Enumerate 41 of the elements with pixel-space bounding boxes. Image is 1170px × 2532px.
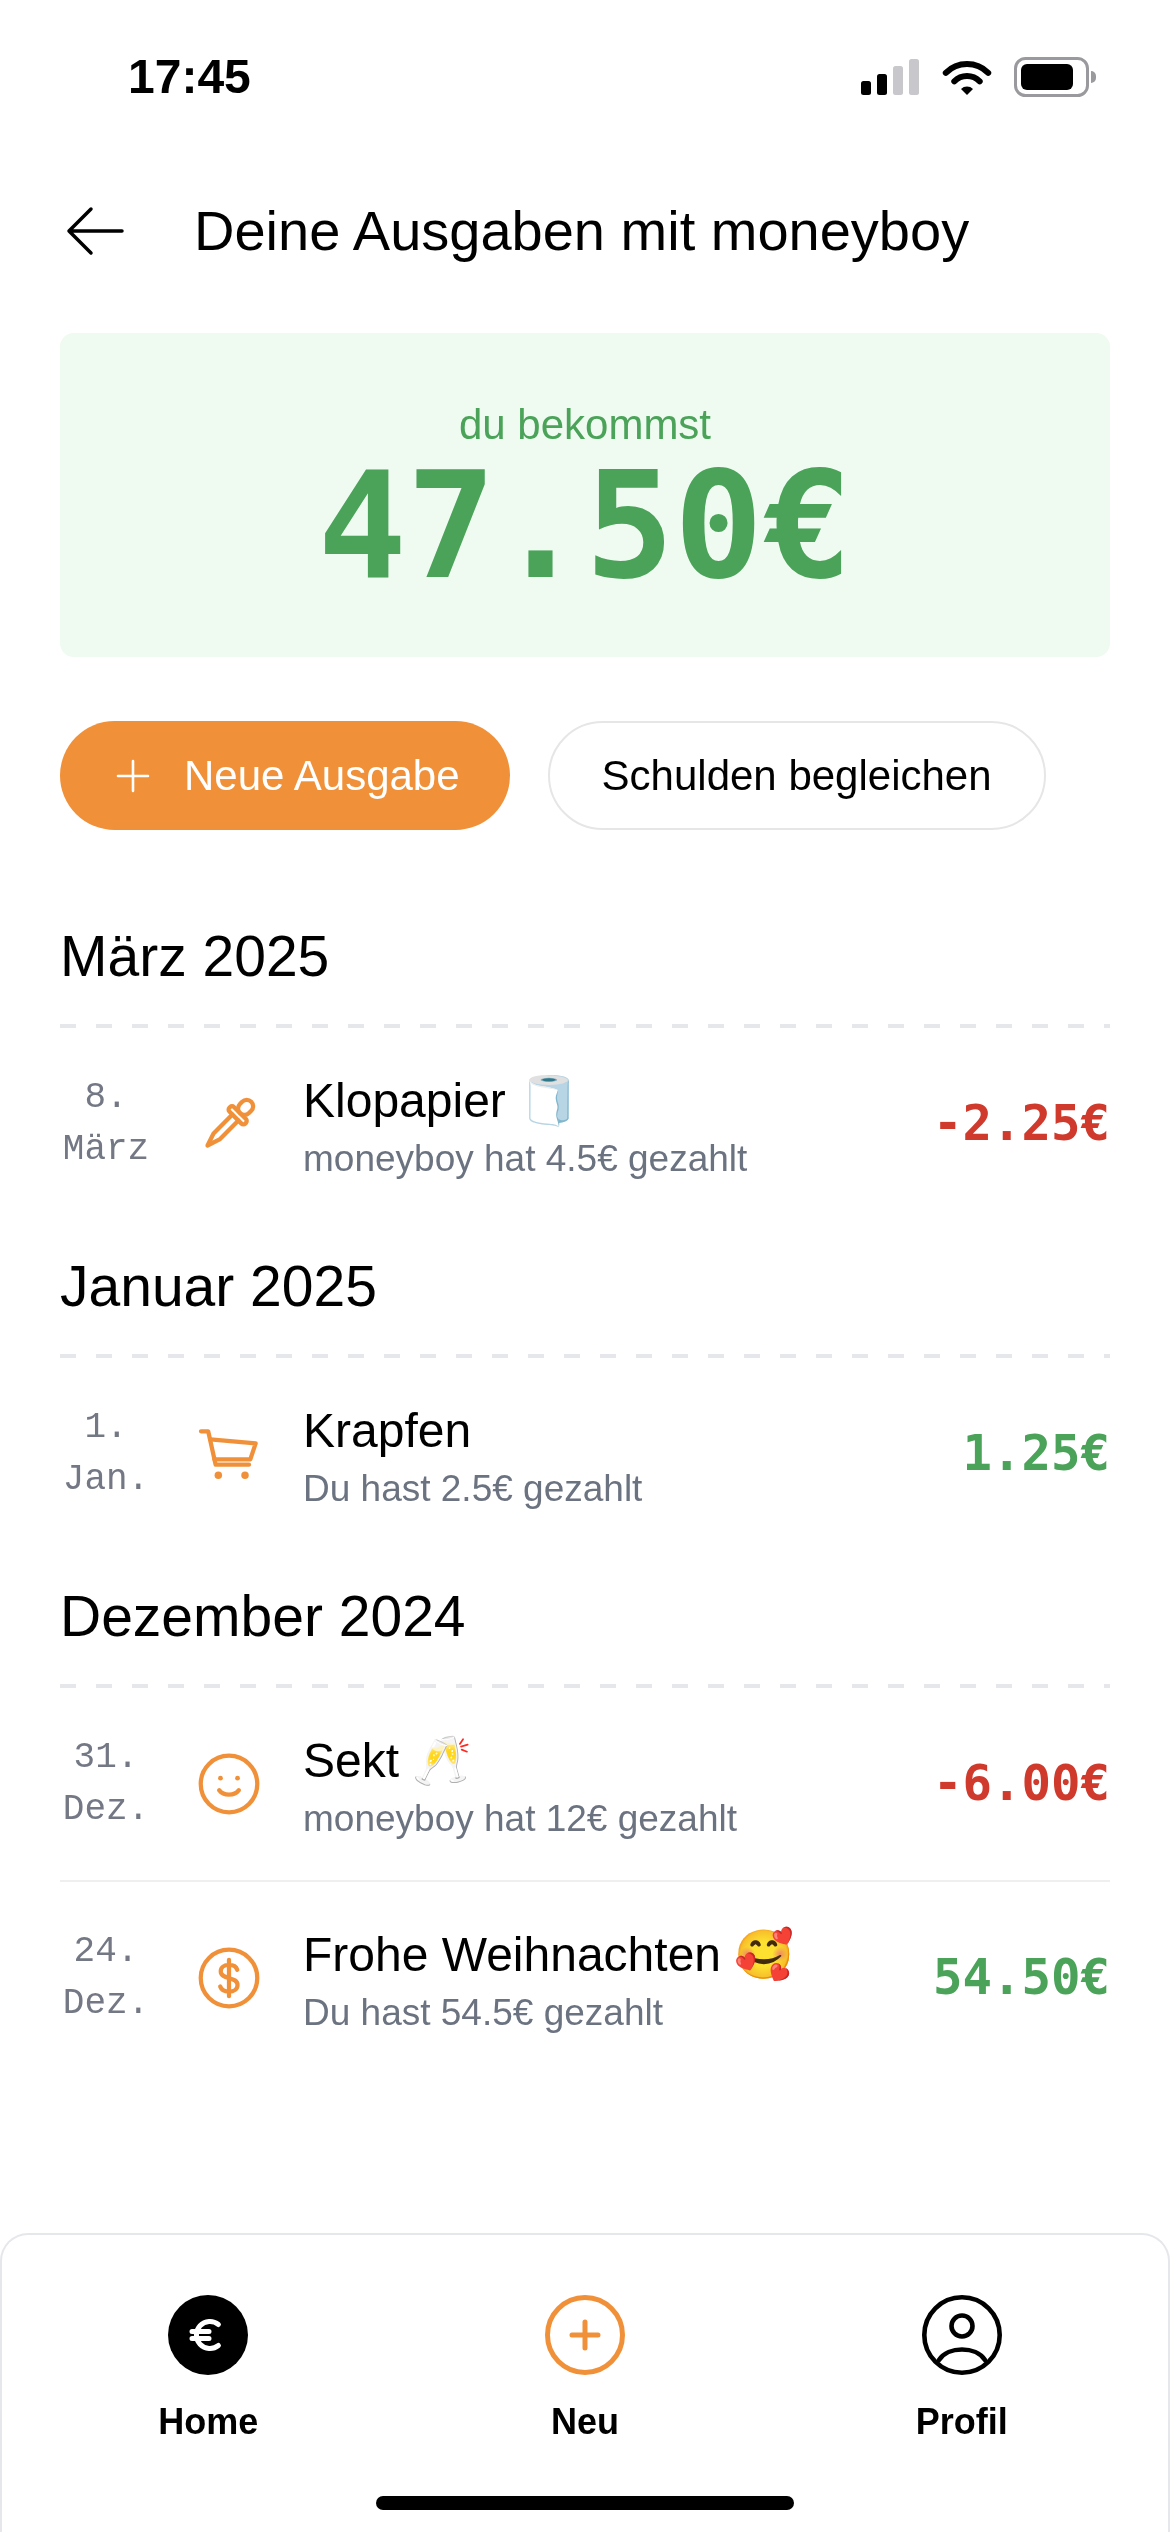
expense-title: Frohe Weihnachten 🥰 [303,1926,795,1983]
date-day: 1. [84,1402,128,1454]
date-day: 31. [73,1732,139,1784]
expense-title: Klopapier 🧻 [303,1073,580,1129]
battery-icon [1014,57,1097,97]
signal-icon [861,59,920,95]
euro-icon [168,2295,249,2375]
nav-tab[interactable]: Home [158,2295,259,2444]
expense-subtitle: moneyboy hat 12€ gezahlt [303,1797,738,1841]
month-heading: Januar 2025 [60,1256,378,1316]
date-month: Dez. [62,1982,150,2026]
date-month: Jan. [62,1458,150,1502]
expense-subtitle: Du hast 54.5€ gezahlt [303,1991,663,2035]
month-heading: Dezember 2024 [60,1586,467,1646]
user-icon [921,2295,1002,2375]
smiley-icon [197,1752,261,1816]
status-time: 17:45 [128,53,251,101]
date-month: März [62,1128,150,1172]
expense-title: Krapfen [303,1403,472,1459]
expense-amount: 54.50€ [933,1948,1110,2008]
expense-subtitle: Du hast 2.5€ gezahlt [303,1467,643,1511]
nav-tab[interactable]: Neu [545,2295,625,2444]
page-title: Deine Ausgaben mit moneyboy [194,198,970,265]
date-day: 8. [84,1072,128,1124]
dollar-icon [197,1946,261,2010]
expense-amount: -2.25€ [933,1094,1110,1154]
balance-label: du bekommst [458,400,712,450]
nav-tab[interactable]: Profil [915,2295,1008,2444]
settle-debts-button[interactable]: Schulden begleichen [547,721,1046,830]
expense-amount: -6.00€ [933,1754,1110,1814]
date-month: Dez. [62,1788,150,1832]
plus-icon [116,758,150,793]
expense-subtitle: moneyboy hat 4.5€ gezahlt [303,1137,748,1181]
month-heading: März 2025 [60,926,331,986]
wifi-icon [941,58,993,96]
plus-circle-icon [545,2295,625,2375]
expense-amount: 1.25€ [962,1424,1110,1484]
balance-amount: 47.50€ [317,451,853,601]
date-day: 24. [73,1926,139,1978]
expense-title: Sekt 🥂 [303,1733,473,1789]
back-icon[interactable] [65,206,125,256]
